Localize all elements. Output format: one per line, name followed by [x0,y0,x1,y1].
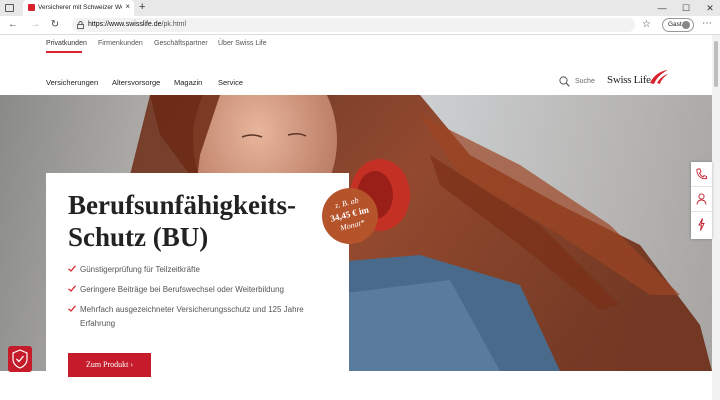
active-tab-underline [46,51,82,53]
reload-icon[interactable]: ↻ [48,18,62,32]
topnav-ueber-swiss-life[interactable]: Über Swiss Life [218,40,267,47]
search-icon [559,76,570,87]
close-window-icon[interactable]: ✕ [700,0,720,16]
check-icon [68,305,76,312]
back-arrow-icon[interactable]: ← [6,18,20,32]
address-bar[interactable]: https://www.swisslife.de/pk.html [72,18,635,32]
browser-tab[interactable]: Versicherer mit Schweizer Werte × [23,0,134,16]
topnav-geschaeftspartner[interactable]: Geschäftspartner [154,40,208,47]
tab-close-icon[interactable]: × [125,3,130,11]
shield-check-icon[interactable] [8,346,32,372]
logo-wordmark: Swiss Life [607,74,651,86]
url-path: /pk.html [161,21,187,28]
check-icon [68,265,76,272]
bolt-icon [698,218,705,231]
profile-button[interactable]: Gast [662,18,694,32]
benefit-text: Günstigerprüfung für Teilzeitkräfte [80,265,200,274]
swisslife-favicon-icon [28,4,35,11]
person-icon [696,193,707,205]
new-tab-button[interactable]: + [139,1,145,14]
hero-title: Berufsunfähigkeits- Schutz (BU) [68,190,297,252]
page-scrollbar[interactable] [712,35,720,400]
profile-avatar-icon [682,21,690,29]
forward-arrow-icon[interactable]: → [28,18,42,32]
contact-phone-button[interactable] [691,162,712,187]
benefit-text: Geringere Beiträge bei Berufswechsel ode… [80,285,284,294]
contact-advisor-button[interactable] [691,187,712,212]
benefit-item: Günstigerprüfung für Teilzeitkräfte [68,263,338,277]
scrollbar-thumb[interactable] [714,41,718,87]
tab-actions-icon[interactable] [5,4,14,12]
quick-service-button[interactable] [691,212,712,237]
browser-toolbar: ← → ↻ https://www.swisslife.de/pk.html ☆… [0,16,720,35]
mainnav-altersvorsorge[interactable]: Altersvorsorge [112,78,160,87]
tab-title: Versicherer mit Schweizer Werte [38,4,122,11]
hero-card: Berufsunfähigkeits- Schutz (BU) Günstige… [46,173,349,400]
phone-icon [696,168,707,180]
mainnav-versicherungen[interactable]: Versicherungen [46,78,98,87]
browser-menu-icon[interactable]: ⋯ [702,18,712,30]
topnav-privatkunden[interactable]: Privatkunden [46,40,87,47]
profile-label: Gast [668,21,682,28]
benefit-item: Geringere Beiträge bei Berufswechsel ode… [68,283,338,297]
side-action-bar [691,162,712,239]
mainnav-service[interactable]: Service [218,78,243,87]
url-host: https://www.swisslife.de [88,21,162,28]
lock-icon [77,21,84,29]
search-label: Suche [575,78,595,85]
cta-label: Zum Produkt [85,360,129,369]
maximize-icon[interactable]: ☐ [676,0,696,16]
minimize-icon[interactable]: — [652,0,672,16]
url-text: https://www.swisslife.de/pk.html [88,21,186,28]
benefit-item: Mehrfach ausgezeichneter Versicherungssc… [68,303,338,331]
browser-tabbar: Versicherer mit Schweizer Werte × + — ☐ … [0,0,720,16]
swiss-life-logo[interactable]: Swiss Life [607,69,668,89]
favorites-star-icon[interactable]: ☆ [642,19,651,31]
chevron-right-icon: › [130,360,134,369]
benefit-list: Günstigerprüfung für Teilzeitkräfte Geri… [68,263,338,337]
benefit-text: Mehrfach ausgezeichneter Versicherungssc… [80,305,304,328]
zum-produkt-button[interactable]: Zum Produkt › [68,353,151,377]
topnav-firmenkunden[interactable]: Firmenkunden [98,40,143,47]
mainnav-magazin[interactable]: Magazin [174,78,202,87]
check-icon [68,285,76,292]
swiss-life-swoosh-icon [650,70,668,84]
